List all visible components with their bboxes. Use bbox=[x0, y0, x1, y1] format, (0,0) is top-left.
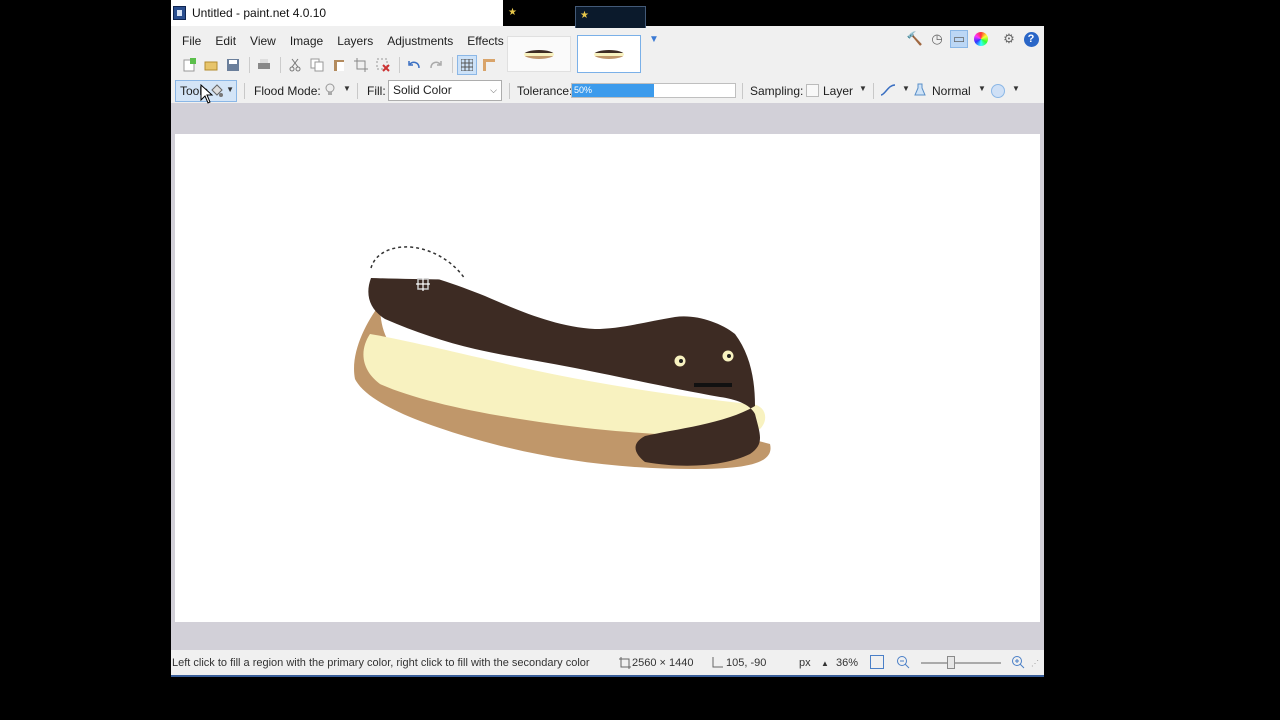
lightbulb-icon[interactable] bbox=[325, 83, 335, 97]
eclair-drawing bbox=[354, 246, 771, 469]
print-icon[interactable] bbox=[254, 55, 274, 75]
cursor-position-icon bbox=[712, 657, 723, 668]
grid-icon[interactable] bbox=[457, 55, 477, 75]
bottom-border bbox=[171, 675, 1044, 677]
units-select[interactable]: px bbox=[799, 657, 811, 669]
undo-icon[interactable] bbox=[404, 55, 424, 75]
sampling-layer-icon bbox=[806, 84, 819, 97]
menu-file[interactable]: File bbox=[175, 31, 208, 51]
tools-window-icon[interactable]: 🔨 bbox=[906, 30, 924, 48]
blend-mode-value[interactable]: Normal bbox=[932, 84, 971, 98]
options-separator bbox=[742, 83, 743, 99]
image-tabs bbox=[507, 35, 641, 76]
blend-mode-dropdown-icon[interactable]: ▼ bbox=[978, 84, 986, 93]
sampling-value[interactable]: Layer bbox=[823, 84, 853, 98]
image-thumbnail bbox=[594, 49, 624, 59]
tolerance-fill: 50% bbox=[572, 84, 654, 97]
color-wheel-icon bbox=[974, 32, 988, 46]
image-tab-active[interactable] bbox=[577, 35, 641, 73]
fill-select[interactable]: Solid Color ⌵ bbox=[388, 80, 502, 101]
menu-image[interactable]: Image bbox=[283, 31, 330, 51]
open-icon[interactable] bbox=[201, 55, 221, 75]
paste-icon[interactable] bbox=[329, 55, 349, 75]
colors-window-icon[interactable] bbox=[972, 30, 990, 48]
menu-adjustments[interactable]: Adjustments bbox=[380, 31, 460, 51]
menu-layers[interactable]: Layers bbox=[330, 31, 380, 51]
zoom-level[interactable]: 36% bbox=[836, 657, 858, 669]
window-title: Untitled - paint.net 4.0.10 bbox=[192, 6, 327, 20]
canvas-area bbox=[171, 103, 1044, 650]
history-icon[interactable]: ◷ bbox=[928, 30, 946, 48]
cursor-position: 105, -90 bbox=[726, 657, 767, 669]
selection-mode-icon[interactable] bbox=[991, 84, 1005, 98]
ruler-icon[interactable] bbox=[479, 55, 499, 75]
menu-edit[interactable]: Edit bbox=[208, 31, 243, 51]
crop-icon[interactable] bbox=[351, 55, 371, 75]
right-pupil bbox=[727, 354, 731, 358]
flood-mode-label: Flood Mode: bbox=[254, 84, 321, 98]
tabs-dropdown-icon[interactable]: ▼ bbox=[649, 34, 659, 45]
toolbar-separator bbox=[249, 57, 250, 73]
tool-options-bar: Tools ▼ Flood Mode: ▼ Fill: Solid Color … bbox=[171, 79, 1044, 103]
image-thumbnail bbox=[524, 49, 554, 59]
options-separator bbox=[244, 83, 245, 99]
star-icon: ★ bbox=[508, 7, 517, 18]
mouse-cursor-icon bbox=[200, 84, 214, 104]
settings-icon[interactable]: ⚙ bbox=[1000, 30, 1018, 48]
zoom-slider[interactable] bbox=[921, 662, 1001, 664]
image-size-icon bbox=[619, 657, 631, 669]
status-bar: Left click to fill a region with the pri… bbox=[171, 651, 1044, 677]
help-icon[interactable]: ? bbox=[1022, 30, 1040, 48]
sampling-dropdown-icon[interactable]: ▼ bbox=[859, 84, 867, 93]
zoom-out-icon[interactable] bbox=[896, 655, 910, 669]
options-separator bbox=[873, 83, 874, 99]
tolerance-label: Tolerance: bbox=[517, 84, 573, 98]
fill-cursor-icon bbox=[416, 277, 430, 291]
status-hint: Left click to fill a region with the pri… bbox=[172, 657, 590, 669]
toolbar-separator bbox=[280, 57, 281, 73]
zoom-slider-thumb[interactable] bbox=[947, 656, 955, 669]
options-separator bbox=[509, 83, 510, 99]
tolerance-slider[interactable]: 50% bbox=[571, 83, 736, 98]
menu-view[interactable]: View bbox=[243, 31, 283, 51]
paintnet-app-icon bbox=[173, 6, 186, 20]
new-icon[interactable] bbox=[179, 55, 199, 75]
image-tab[interactable] bbox=[507, 36, 571, 72]
image-canvas[interactable] bbox=[175, 134, 1040, 622]
main-toolbar bbox=[179, 55, 501, 75]
mouth bbox=[694, 383, 732, 387]
zoom-in-icon[interactable] bbox=[1011, 655, 1025, 669]
fill-label: Fill: bbox=[367, 84, 386, 98]
sampling-label: Sampling: bbox=[750, 84, 804, 98]
fill-select-value: Solid Color bbox=[393, 83, 452, 97]
window-icons: 🔨 ◷ ▭ ⚙ ? bbox=[906, 30, 1040, 48]
antialiasing-icon[interactable] bbox=[880, 83, 896, 97]
options-separator bbox=[357, 83, 358, 99]
antialiasing-dropdown-icon[interactable]: ▼ bbox=[902, 84, 910, 93]
chevron-down-icon: ⌵ bbox=[490, 85, 497, 95]
resize-grip-icon[interactable]: ⋰ bbox=[1031, 659, 1039, 668]
toolbar-separator bbox=[452, 57, 453, 73]
units-dropdown-icon[interactable]: ▲ bbox=[821, 659, 829, 668]
tools-dropdown-icon: ▼ bbox=[226, 85, 234, 94]
redo-icon[interactable] bbox=[426, 55, 446, 75]
blend-mode-icon bbox=[914, 83, 926, 96]
deselect-icon[interactable] bbox=[373, 55, 393, 75]
menu-effects[interactable]: Effects bbox=[460, 31, 510, 51]
copy-icon[interactable] bbox=[307, 55, 327, 75]
left-pupil bbox=[679, 359, 683, 363]
save-icon[interactable] bbox=[223, 55, 243, 75]
zoom-fit-icon[interactable] bbox=[870, 655, 884, 669]
title-bar: Untitled - paint.net 4.0.10 bbox=[171, 0, 503, 26]
selection-mode-dropdown-icon[interactable]: ▼ bbox=[1012, 84, 1020, 93]
layers-window-icon[interactable]: ▭ bbox=[950, 30, 968, 48]
flood-mode-dropdown-icon[interactable]: ▼ bbox=[343, 84, 351, 93]
star-icon: ★ bbox=[580, 10, 589, 21]
paintnet-window: Untitled - paint.net 4.0.10 ★ ★ File Edi… bbox=[171, 0, 1044, 677]
menu-bar: File Edit View Image Layers Adjustments … bbox=[175, 31, 511, 51]
toolbar-separator bbox=[399, 57, 400, 73]
cut-icon[interactable] bbox=[285, 55, 305, 75]
image-size: 2560 × 1440 bbox=[632, 657, 694, 669]
